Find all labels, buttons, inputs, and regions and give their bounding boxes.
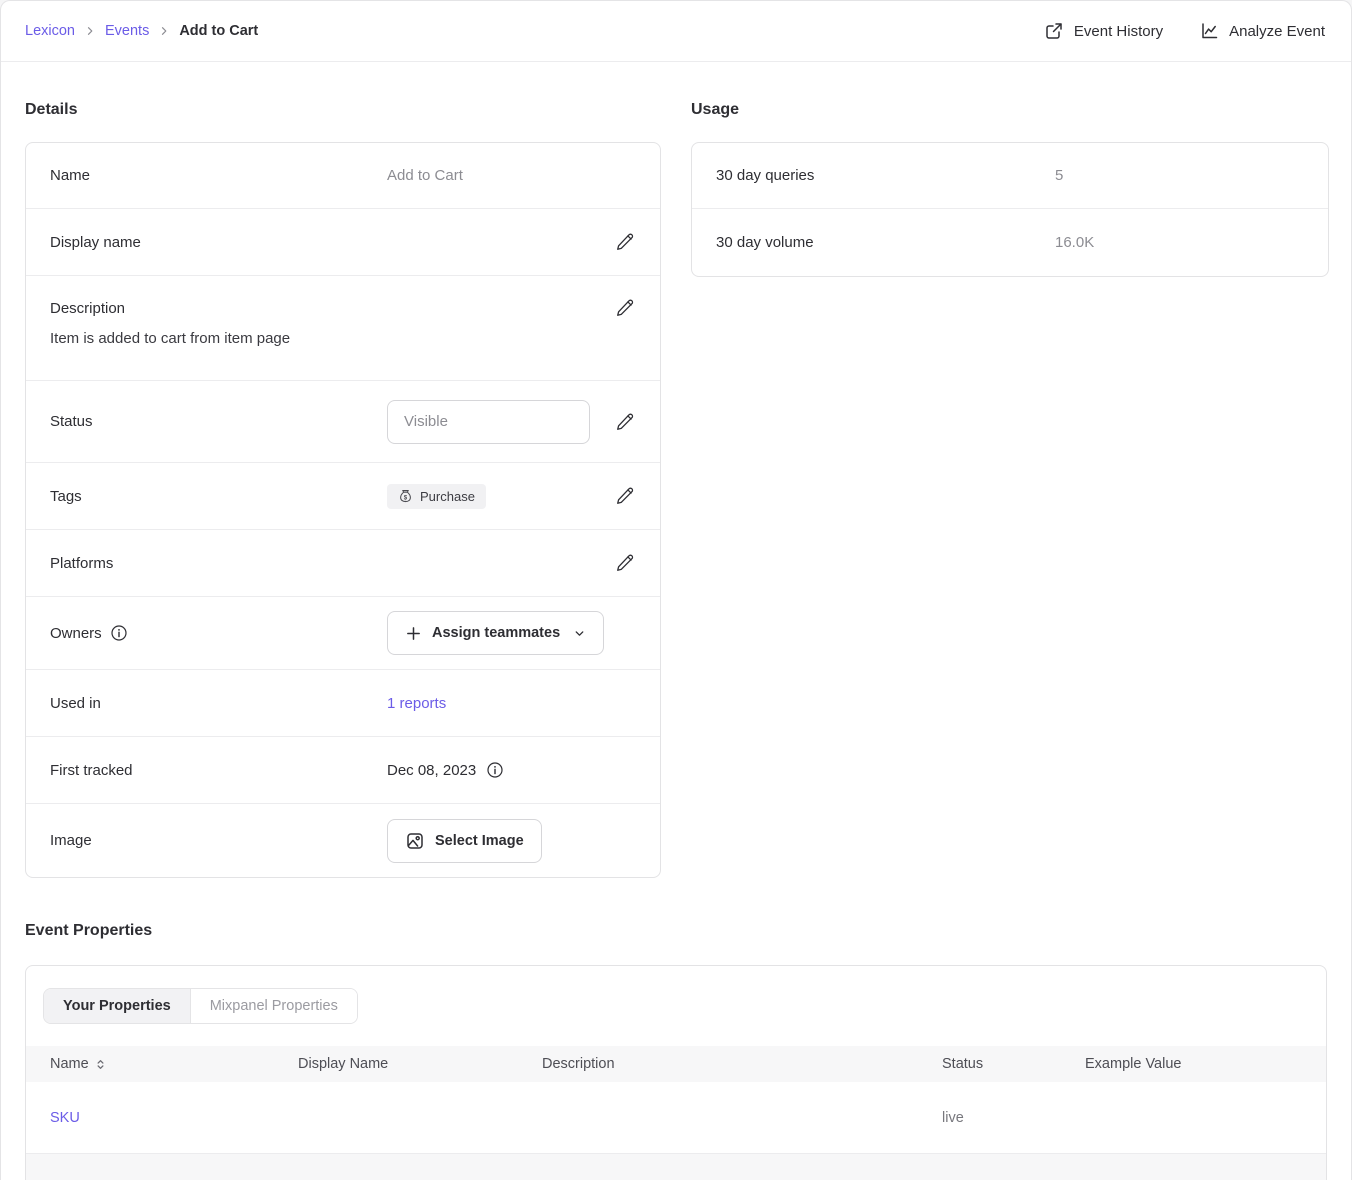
- event-properties-title: Event Properties: [25, 922, 1327, 940]
- edit-description-button[interactable]: [614, 297, 636, 319]
- info-icon[interactable]: [110, 624, 128, 642]
- detail-row-first-tracked: First tracked Dec 08, 2023: [26, 737, 660, 804]
- chevron-right-icon: [84, 25, 96, 37]
- tab-your-properties[interactable]: Your Properties: [44, 989, 191, 1023]
- first-tracked-label: First tracked: [50, 762, 387, 779]
- tag-purchase[interactable]: $ Purchase: [387, 484, 486, 509]
- event-properties-card: Your Properties Mixpanel Properties Name…: [25, 965, 1327, 1180]
- pencil-icon: [614, 231, 636, 253]
- column-header-description[interactable]: Description: [542, 1056, 942, 1072]
- money-bag-icon: $: [398, 489, 413, 504]
- chevron-right-icon: [158, 25, 170, 37]
- owners-label: Owners: [50, 625, 102, 642]
- table-row-scroll-percent[interactable]: Scroll % live: [26, 1154, 1326, 1180]
- event-history-label: Event History: [1074, 23, 1163, 40]
- lexicon-event-detail-page: Lexicon Events Add to Cart Event History: [0, 0, 1352, 1180]
- name-label: Name: [50, 167, 387, 184]
- platforms-label: Platforms: [50, 555, 387, 572]
- column-header-name[interactable]: Name: [50, 1056, 298, 1072]
- analyze-event-button[interactable]: Analyze Event: [1199, 21, 1325, 41]
- used-in-reports-link[interactable]: 1 reports: [387, 695, 446, 712]
- queries-value: 5: [1055, 167, 1304, 184]
- volume-label: 30 day volume: [716, 234, 1055, 251]
- plus-icon: [405, 625, 422, 642]
- event-history-button[interactable]: Event History: [1044, 21, 1163, 41]
- detail-row-used-in: Used in 1 reports: [26, 670, 660, 737]
- status-input[interactable]: [387, 400, 590, 444]
- chevron-down-icon: [573, 627, 586, 640]
- external-link-icon: [1044, 21, 1064, 41]
- pencil-icon: [614, 552, 636, 574]
- main-content: Details Name Add to Cart Display name: [1, 62, 1351, 1180]
- pencil-icon: [614, 411, 636, 433]
- topbar-actions: Event History Analyze Event: [1044, 21, 1325, 41]
- analyze-event-label: Analyze Event: [1229, 23, 1325, 40]
- edit-platforms-button[interactable]: [614, 552, 636, 574]
- detail-row-owners: Owners Assign teammates: [26, 597, 660, 670]
- details-card: Name Add to Cart Display name: [25, 142, 661, 878]
- tags-label: Tags: [50, 488, 387, 505]
- breadcrumb-lexicon[interactable]: Lexicon: [25, 23, 75, 39]
- edit-status-button[interactable]: [614, 411, 636, 433]
- select-image-button[interactable]: Select Image: [387, 819, 542, 863]
- breadcrumb-events[interactable]: Events: [105, 23, 149, 39]
- assign-teammates-button[interactable]: Assign teammates: [387, 611, 604, 655]
- event-properties-section: Event Properties Your Properties Mixpane…: [25, 922, 1327, 1180]
- detail-row-display-name: Display name: [26, 209, 660, 276]
- details-title: Details: [25, 101, 661, 119]
- name-value: Add to Cart: [387, 167, 636, 184]
- queries-label: 30 day queries: [716, 167, 1055, 184]
- edit-display-name-button[interactable]: [614, 231, 636, 253]
- usage-section: Usage 30 day queries 5 30 day volume 16.…: [691, 101, 1329, 878]
- breadcrumb: Lexicon Events Add to Cart: [25, 23, 258, 39]
- display-name-label: Display name: [50, 234, 387, 251]
- edit-tags-button[interactable]: [614, 485, 636, 507]
- topbar: Lexicon Events Add to Cart Event History: [1, 1, 1351, 62]
- first-tracked-value: Dec 08, 2023: [387, 762, 476, 779]
- select-image-label: Select Image: [435, 833, 524, 849]
- volume-value: 16.0K: [1055, 234, 1304, 251]
- image-label: Image: [50, 832, 387, 849]
- status-cell: live: [942, 1110, 1085, 1126]
- sort-icon: [95, 1059, 106, 1070]
- status-label: Status: [50, 413, 387, 430]
- tag-label: Purchase: [420, 489, 475, 504]
- column-header-status[interactable]: Status: [942, 1056, 1085, 1072]
- detail-row-description: Description Item is added to cart from i…: [26, 276, 660, 381]
- pencil-icon: [614, 485, 636, 507]
- column-name-label: Name: [50, 1056, 89, 1072]
- details-section: Details Name Add to Cart Display name: [25, 101, 661, 878]
- usage-row-volume: 30 day volume 16.0K: [692, 209, 1328, 276]
- tab-mixpanel-properties[interactable]: Mixpanel Properties: [191, 989, 357, 1023]
- image-icon: [405, 831, 425, 851]
- svg-text:$: $: [404, 494, 408, 501]
- detail-row-status: Status: [26, 381, 660, 463]
- table-row-sku[interactable]: SKU live: [26, 1082, 1326, 1154]
- column-header-example-value[interactable]: Example Value: [1085, 1056, 1326, 1072]
- line-chart-icon: [1199, 21, 1219, 41]
- usage-card: 30 day queries 5 30 day volume 16.0K: [691, 142, 1329, 277]
- description-value: Item is added to cart from item page: [50, 330, 636, 347]
- detail-row-tags: Tags $ Purchase: [26, 463, 660, 530]
- detail-row-name: Name Add to Cart: [26, 143, 660, 209]
- pencil-icon: [614, 297, 636, 319]
- column-header-display-name[interactable]: Display Name: [298, 1056, 542, 1072]
- used-in-label: Used in: [50, 695, 387, 712]
- usage-title: Usage: [691, 101, 1329, 119]
- properties-table-header: Name Display Name Description Status Exa…: [26, 1046, 1326, 1082]
- properties-table: Name Display Name Description Status Exa…: [26, 1046, 1326, 1180]
- detail-row-platforms: Platforms: [26, 530, 660, 597]
- detail-row-image: Image Select Image: [26, 804, 660, 877]
- breadcrumb-current: Add to Cart: [179, 23, 258, 39]
- info-icon[interactable]: [486, 761, 504, 779]
- properties-tab-group: Your Properties Mixpanel Properties: [43, 988, 358, 1024]
- description-label: Description: [50, 300, 387, 317]
- assign-teammates-label: Assign teammates: [432, 625, 560, 641]
- property-link[interactable]: SKU: [50, 1110, 80, 1126]
- usage-row-queries: 30 day queries 5: [692, 143, 1328, 209]
